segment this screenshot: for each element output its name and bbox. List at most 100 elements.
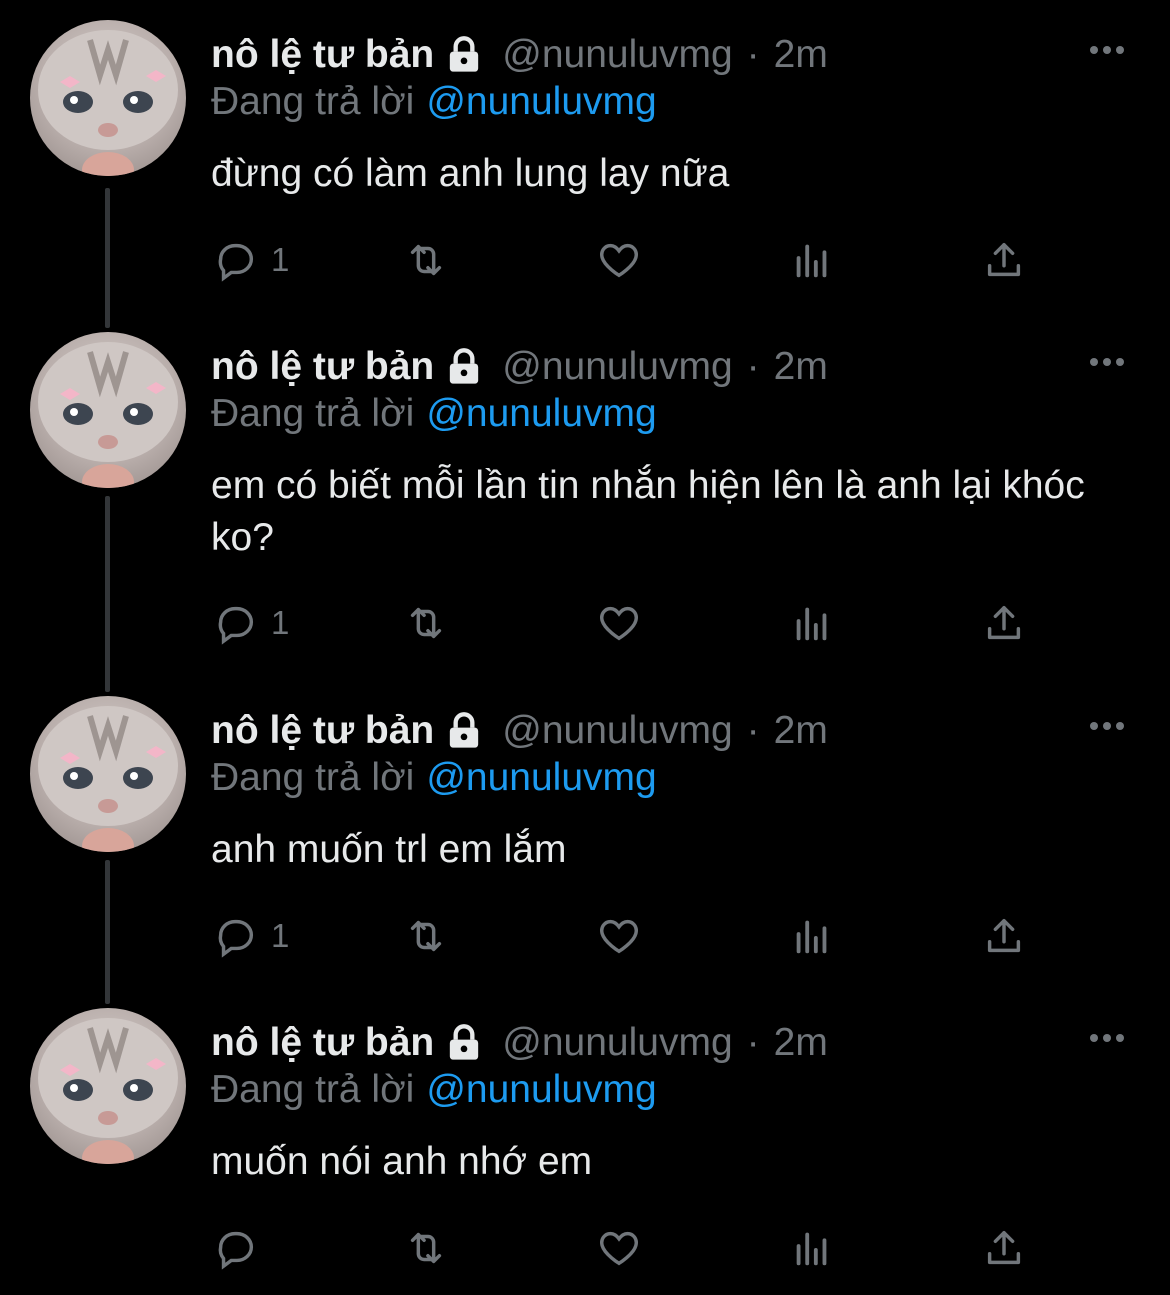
share-button[interactable] — [981, 236, 1027, 284]
reply-mention-link[interactable]: @nunuluvmg — [426, 392, 656, 435]
lock-icon — [450, 712, 479, 748]
author-handle[interactable]: @nunuluvmg — [502, 33, 732, 77]
views-button[interactable] — [789, 236, 835, 284]
share-icon — [987, 605, 1021, 640]
retweet-icon — [410, 920, 442, 952]
like-icon — [600, 1231, 638, 1266]
author-name[interactable]: nô lệ tư bản — [211, 33, 434, 77]
lock-icon — [450, 348, 479, 384]
views-button[interactable] — [789, 1224, 835, 1272]
author-name[interactable]: nô lệ tư bản — [211, 345, 434, 389]
reply-icon — [218, 606, 253, 645]
tweet-header: nô lệ tư bản @nunuluvmg · 2m — [211, 706, 828, 756]
kitten-avatar-image — [38, 30, 178, 176]
kitten-avatar-image — [38, 706, 178, 852]
kitten-avatar-image — [38, 342, 178, 488]
retweet-icon — [410, 244, 442, 276]
timestamp[interactable]: 2m — [774, 1021, 828, 1065]
replying-to: Đang trả lời @nunuluvmg — [211, 392, 657, 436]
like-button[interactable] — [596, 1224, 642, 1272]
like-icon — [600, 243, 638, 278]
separator: · — [746, 345, 760, 388]
share-button[interactable] — [981, 599, 1027, 647]
views-icon — [796, 244, 827, 278]
reply-count: 1 — [271, 917, 290, 954]
retweet-button[interactable] — [403, 236, 449, 284]
tweet-actions: 1 — [213, 236, 1073, 284]
replying-to-label: Đang trả lời — [211, 1068, 415, 1111]
views-icon — [796, 607, 827, 641]
author-handle[interactable]: @nunuluvmg — [502, 709, 732, 753]
separator: · — [746, 1021, 760, 1064]
views-icon — [796, 1232, 827, 1266]
tweet-text: đừng có làm anh lung lay nữa — [211, 152, 730, 195]
tweet-text: muốn nói anh nhớ em — [211, 1140, 593, 1183]
views-button[interactable] — [789, 599, 835, 647]
reply-icon — [218, 919, 253, 958]
like-icon — [600, 606, 638, 641]
retweet-button[interactable] — [403, 599, 449, 647]
author-handle[interactable]: @nunuluvmg — [502, 345, 732, 389]
tweet-header: nô lệ tư bản @nunuluvmg · 2m — [211, 342, 828, 392]
replying-to: Đang trả lời @nunuluvmg — [211, 1068, 657, 1112]
author-handle[interactable]: @nunuluvmg — [502, 1021, 732, 1065]
replying-to-label: Đang trả lời — [211, 392, 415, 435]
separator: · — [746, 33, 760, 76]
tweet[interactable]: nô lệ tư bản @nunuluvmg · 2m Đang trả lờ… — [0, 312, 1170, 692]
tweet-text: em có biết mỗi lần tin nhắn hiện lên là … — [211, 464, 1085, 559]
reply-button[interactable]: 1 — [213, 912, 289, 960]
like-button[interactable] — [596, 912, 642, 960]
replying-to: Đang trả lời @nunuluvmg — [211, 756, 657, 800]
tweet[interactable]: nô lệ tư bản @nunuluvmg · 2m Đang trả lờ… — [0, 988, 1170, 1295]
retweet-icon — [410, 1232, 442, 1264]
reply-count: 1 — [271, 604, 290, 641]
timestamp[interactable]: 2m — [774, 345, 828, 389]
author-name[interactable]: nô lệ tư bản — [211, 1021, 434, 1065]
share-button[interactable] — [981, 1224, 1027, 1272]
tweet-header: nô lệ tư bản @nunuluvmg · 2m — [211, 30, 828, 80]
reply-icon — [218, 243, 253, 282]
reply-mention-link[interactable]: @nunuluvmg — [426, 80, 656, 123]
author-name[interactable]: nô lệ tư bản — [211, 709, 434, 753]
avatar[interactable] — [30, 696, 186, 852]
timestamp[interactable]: 2m — [774, 33, 828, 77]
avatar[interactable] — [30, 1008, 186, 1164]
retweet-button[interactable] — [403, 1224, 449, 1272]
retweet-icon — [410, 607, 442, 639]
reply-mention-link[interactable]: @nunuluvmg — [426, 756, 656, 799]
replying-to-label: Đang trả lời — [211, 756, 415, 799]
more-icon[interactable] — [1087, 716, 1127, 736]
reply-mention-link[interactable]: @nunuluvmg — [426, 1068, 656, 1111]
tweet-actions: 1 — [213, 912, 1073, 960]
like-button[interactable] — [596, 599, 642, 647]
replying-to-label: Đang trả lời — [211, 80, 415, 123]
timestamp[interactable]: 2m — [774, 709, 828, 753]
retweet-button[interactable] — [403, 912, 449, 960]
share-icon — [987, 1230, 1021, 1265]
tweet[interactable]: nô lệ tư bản @nunuluvmg · 2m Đang trả lờ… — [0, 0, 1170, 330]
views-icon — [796, 920, 827, 954]
like-button[interactable] — [596, 236, 642, 284]
avatar[interactable] — [30, 20, 186, 176]
share-icon — [987, 242, 1021, 277]
reply-button[interactable]: 1 — [213, 599, 289, 647]
reply-count: 1 — [271, 241, 290, 278]
lock-icon — [450, 1024, 479, 1060]
tweet-actions: 1 — [213, 599, 1073, 647]
lock-icon — [450, 36, 479, 72]
reply-icon — [218, 1231, 253, 1270]
more-icon[interactable] — [1087, 40, 1127, 60]
avatar[interactable] — [30, 332, 186, 488]
share-button[interactable] — [981, 912, 1027, 960]
separator: · — [746, 709, 760, 752]
more-icon[interactable] — [1087, 352, 1127, 372]
tweet-actions — [213, 1224, 1073, 1272]
views-button[interactable] — [789, 912, 835, 960]
tweet-text: anh muốn trl em lắm — [211, 828, 567, 871]
reply-button[interactable]: 1 — [213, 236, 289, 284]
reply-button[interactable] — [213, 1224, 271, 1272]
tweet[interactable]: nô lệ tư bản @nunuluvmg · 2m Đang trả lờ… — [0, 676, 1170, 1006]
tweet-header: nô lệ tư bản @nunuluvmg · 2m — [211, 1018, 828, 1068]
share-icon — [987, 918, 1021, 953]
more-icon[interactable] — [1087, 1028, 1127, 1048]
